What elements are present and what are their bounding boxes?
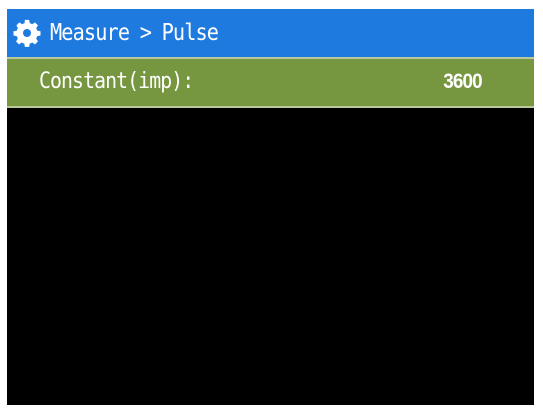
setting-row-constant[interactable]: Constant(imp): 3600 bbox=[7, 57, 534, 108]
device-screen: Measure > Pulse Constant(imp): 3600 bbox=[7, 9, 534, 405]
constant-label: Constant(imp): bbox=[39, 69, 194, 94]
title-bar: Measure > Pulse bbox=[7, 9, 534, 57]
constant-value[interactable]: 3600 bbox=[444, 70, 483, 94]
breadcrumb-separator: > bbox=[139, 20, 152, 46]
breadcrumb-measure[interactable]: Measure bbox=[50, 20, 130, 46]
breadcrumb: Measure > Pulse bbox=[50, 20, 219, 46]
settings-list-area bbox=[7, 108, 534, 405]
breadcrumb-pulse: Pulse bbox=[161, 20, 219, 46]
gear-icon[interactable] bbox=[10, 16, 44, 50]
device-frame: Measure > Pulse Constant(imp): 3600 bbox=[0, 0, 543, 410]
